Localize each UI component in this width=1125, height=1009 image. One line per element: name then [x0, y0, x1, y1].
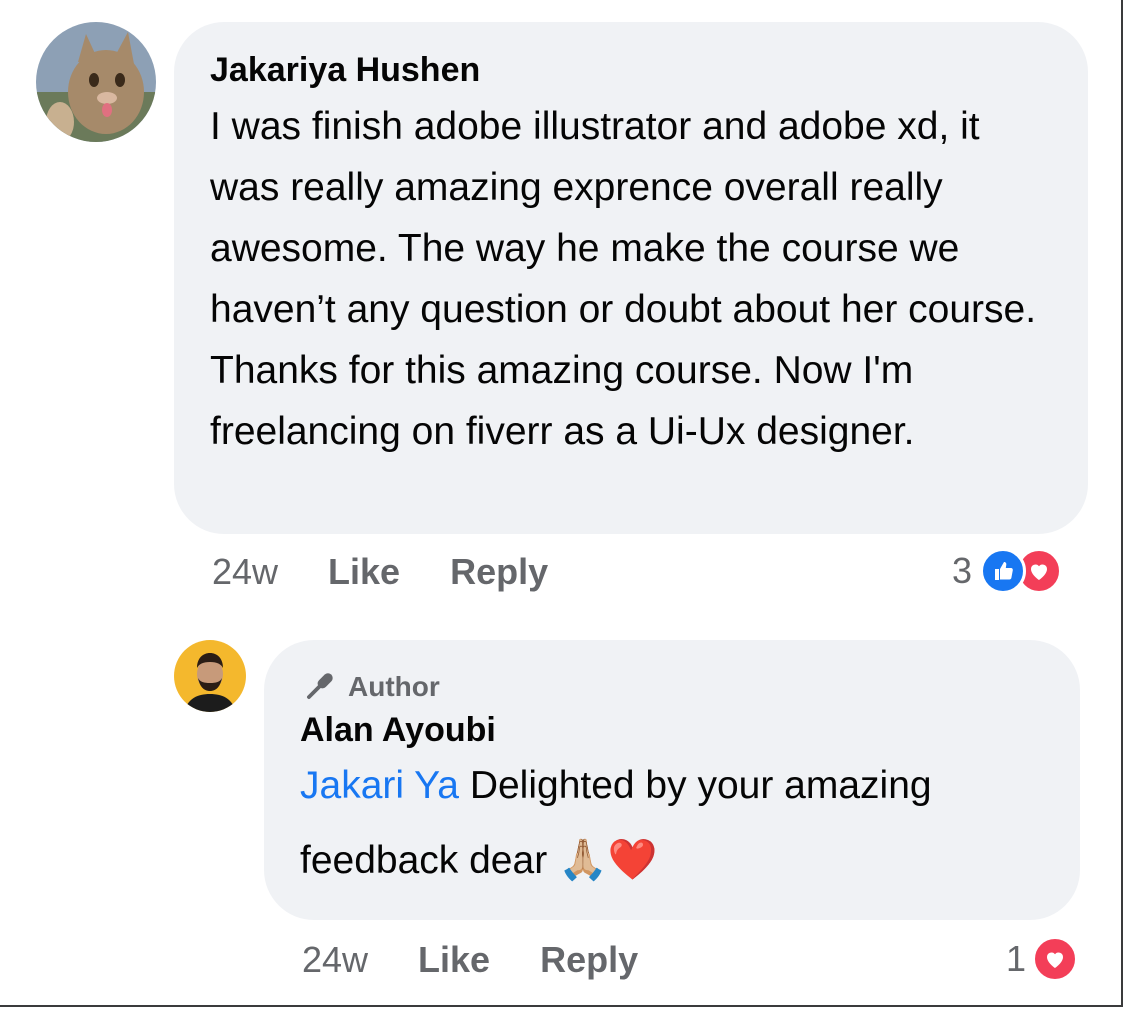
- comment-text: I was finish adobe illustrator and adobe…: [210, 105, 1037, 453]
- reaction-summary[interactable]: 3: [952, 548, 1063, 594]
- reply-reaction-count: 1: [1006, 938, 1027, 979]
- person-avatar-icon: [174, 640, 246, 712]
- reply-bubble: Author Alan Ayoubi Jakari Ya Delighted b…: [264, 640, 1080, 920]
- reply-text: Jakari Ya Delighted by your amazing feed…: [300, 748, 1044, 898]
- comment-bubble: Jakariya Hushen I was finish adobe illus…: [174, 22, 1088, 534]
- like-reaction-icon: [980, 548, 1027, 594]
- reply-like-button[interactable]: Like: [418, 940, 490, 980]
- reply-reply-button[interactable]: Reply: [540, 940, 638, 980]
- microphone-icon: [307, 673, 333, 699]
- like-button[interactable]: Like: [328, 552, 400, 592]
- author-badge-label: Author: [348, 671, 440, 702]
- author-badge: Author: [300, 668, 1044, 706]
- comment-author-name[interactable]: Jakariya Hushen: [210, 50, 1052, 90]
- reaction-count: 3: [952, 550, 973, 591]
- cat-avatar-icon: [36, 22, 156, 142]
- reply-actions: 24w Like Reply: [302, 940, 638, 980]
- reply-button[interactable]: Reply: [450, 552, 548, 592]
- comment-actions: 24w Like Reply: [212, 552, 548, 592]
- love-reaction-icon: [1032, 936, 1079, 982]
- red-heart-emoji: ❤️: [607, 838, 658, 882]
- folded-hands-emoji: 🙏🏼: [558, 838, 608, 882]
- reply-author-name[interactable]: Alan Ayoubi: [300, 710, 1044, 750]
- mention-link[interactable]: Jakari Ya: [300, 764, 459, 807]
- reply-reaction-summary[interactable]: 1: [1006, 936, 1079, 982]
- reply-timestamp[interactable]: 24w: [302, 940, 368, 980]
- avatar[interactable]: [36, 22, 156, 142]
- comment-timestamp[interactable]: 24w: [212, 552, 278, 592]
- reply-avatar[interactable]: [174, 640, 246, 712]
